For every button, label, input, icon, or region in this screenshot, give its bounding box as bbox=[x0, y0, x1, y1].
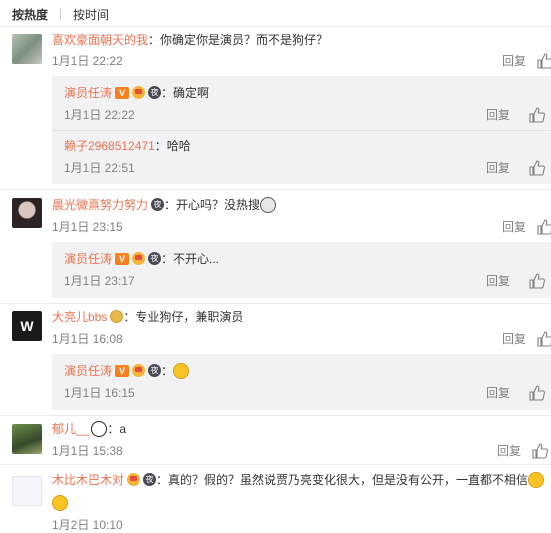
divider bbox=[60, 8, 62, 20]
night-badge-icon: 夜 bbox=[148, 252, 162, 266]
comment-line: 郁儿__ ：a bbox=[52, 420, 127, 437]
timestamp: 1月1日 15:38 bbox=[52, 444, 123, 458]
divider bbox=[0, 303, 551, 304]
avatar[interactable] bbox=[12, 476, 42, 506]
like-icon[interactable] bbox=[537, 219, 551, 235]
divider bbox=[52, 130, 551, 131]
comment-line: 大亮儿bbs ：专业狗仔，兼职演员 bbox=[52, 309, 243, 325]
divider bbox=[0, 464, 551, 465]
reply-button[interactable]: 回复 bbox=[486, 160, 510, 176]
night-badge-icon: 夜 bbox=[148, 364, 162, 378]
username[interactable]: 演员任涛 bbox=[64, 364, 112, 378]
like-icon[interactable] bbox=[529, 160, 545, 176]
sort-by-time[interactable]: 按时间 bbox=[73, 6, 109, 23]
comment-text: ：a bbox=[107, 422, 127, 436]
timestamp: 1月1日 22:51 bbox=[64, 161, 135, 175]
like-icon[interactable] bbox=[529, 107, 545, 123]
comment-text: ：真的？假的？虽然说贾乃亮变化很大，但是没有公开，一直都不相信 bbox=[156, 473, 529, 487]
divider bbox=[0, 26, 551, 27]
timestamp: 1月1日 23:17 bbox=[64, 274, 135, 288]
night-badge-icon: 夜 bbox=[151, 198, 165, 212]
sad-emoji-icon bbox=[528, 471, 545, 488]
comment-text: ：你确定你是演员？而不是狗仔？ bbox=[148, 33, 329, 47]
avatar[interactable] bbox=[12, 198, 42, 228]
username[interactable]: 大亮儿bbs bbox=[52, 310, 107, 324]
like-icon[interactable] bbox=[529, 273, 545, 289]
reply-button[interactable]: 回复 bbox=[497, 443, 521, 459]
like-icon[interactable] bbox=[529, 385, 545, 401]
reply-button[interactable]: 回复 bbox=[502, 53, 526, 69]
panda-emoji-icon bbox=[91, 420, 108, 437]
avatar[interactable] bbox=[12, 424, 42, 454]
reply-button[interactable]: 回复 bbox=[486, 107, 510, 123]
comment-line: 木比木巴木对 夜：真的？假的？虽然说贾乃亮变化很大，但是没有公开，一直都不相信 bbox=[52, 471, 545, 488]
verified-badge: V bbox=[115, 86, 130, 99]
medal-badge-icon bbox=[110, 310, 124, 324]
night-badge-icon: 夜 bbox=[143, 473, 157, 487]
like-icon[interactable] bbox=[532, 443, 548, 459]
reply-line: 演员任涛 V 夜： bbox=[64, 362, 190, 379]
reply-line: 演员任涛 V 夜：不开心... bbox=[64, 251, 219, 267]
crown-badge-icon bbox=[132, 252, 146, 266]
reply-button[interactable]: 回复 bbox=[502, 219, 526, 235]
crown-badge-icon bbox=[132, 364, 146, 378]
sort-bar: 按热度 按时间 bbox=[12, 6, 109, 22]
username[interactable]: 郁儿__ bbox=[52, 422, 89, 436]
cute-face-emoji-icon bbox=[260, 196, 277, 213]
reply-button[interactable]: 回复 bbox=[486, 385, 510, 401]
avatar[interactable] bbox=[12, 34, 42, 64]
reply-text: ： bbox=[161, 364, 174, 378]
timestamp: 1月1日 16:15 bbox=[64, 386, 135, 400]
username[interactable]: 喜欢豪面朝天的我 bbox=[52, 33, 148, 47]
reply-button[interactable]: 回复 bbox=[502, 331, 526, 347]
crown-badge-icon bbox=[127, 473, 141, 487]
timestamp: 1月1日 16:08 bbox=[52, 332, 123, 346]
sad-emoji-icon bbox=[52, 495, 68, 511]
comment-line: 晨光微熹努力努力夜：开心吗？没热搜 bbox=[52, 196, 277, 213]
timestamp: 1月1日 22:22 bbox=[64, 108, 135, 122]
like-icon[interactable] bbox=[537, 331, 551, 347]
reply-button[interactable]: 回复 bbox=[486, 273, 510, 289]
verified-badge: V bbox=[115, 364, 130, 377]
username[interactable]: 木比木巴木对 bbox=[52, 473, 124, 487]
reply-line: 赖子2968512471：哈哈 bbox=[64, 138, 191, 154]
grin-emoji-icon bbox=[173, 362, 190, 379]
night-badge-icon: 夜 bbox=[148, 86, 162, 100]
avatar[interactable]: W bbox=[12, 311, 42, 341]
username[interactable]: 演员任涛 bbox=[64, 252, 112, 266]
comment-line: 喜欢豪面朝天的我：你确定你是演员？而不是狗仔？ bbox=[52, 32, 328, 48]
username[interactable]: 演员任涛 bbox=[64, 86, 112, 100]
crown-badge-icon bbox=[132, 86, 146, 100]
reply-line: 演员任涛 V 夜：确定啊 bbox=[64, 85, 209, 101]
divider bbox=[0, 189, 551, 190]
timestamp: 1月1日 22:22 bbox=[52, 54, 123, 68]
comment-text: ：开心吗？没热搜 bbox=[164, 198, 261, 212]
username[interactable]: 赖子2968512471 bbox=[64, 139, 155, 153]
reply-text: ：不开心... bbox=[161, 252, 220, 266]
reply-text: ：哈哈 bbox=[154, 139, 191, 153]
reply-text: ：确定啊 bbox=[161, 86, 210, 100]
comment-text: ：专业狗仔，兼职演员 bbox=[123, 310, 244, 324]
username[interactable]: 晨光微熹努力努力 bbox=[52, 198, 148, 212]
verified-badge: V bbox=[115, 252, 130, 265]
sort-by-hot[interactable]: 按热度 bbox=[12, 6, 48, 23]
divider bbox=[0, 415, 551, 416]
like-icon[interactable] bbox=[537, 53, 551, 69]
timestamp: 1月1日 23:15 bbox=[52, 220, 123, 234]
timestamp: 1月2日 10:10 bbox=[52, 518, 123, 532]
